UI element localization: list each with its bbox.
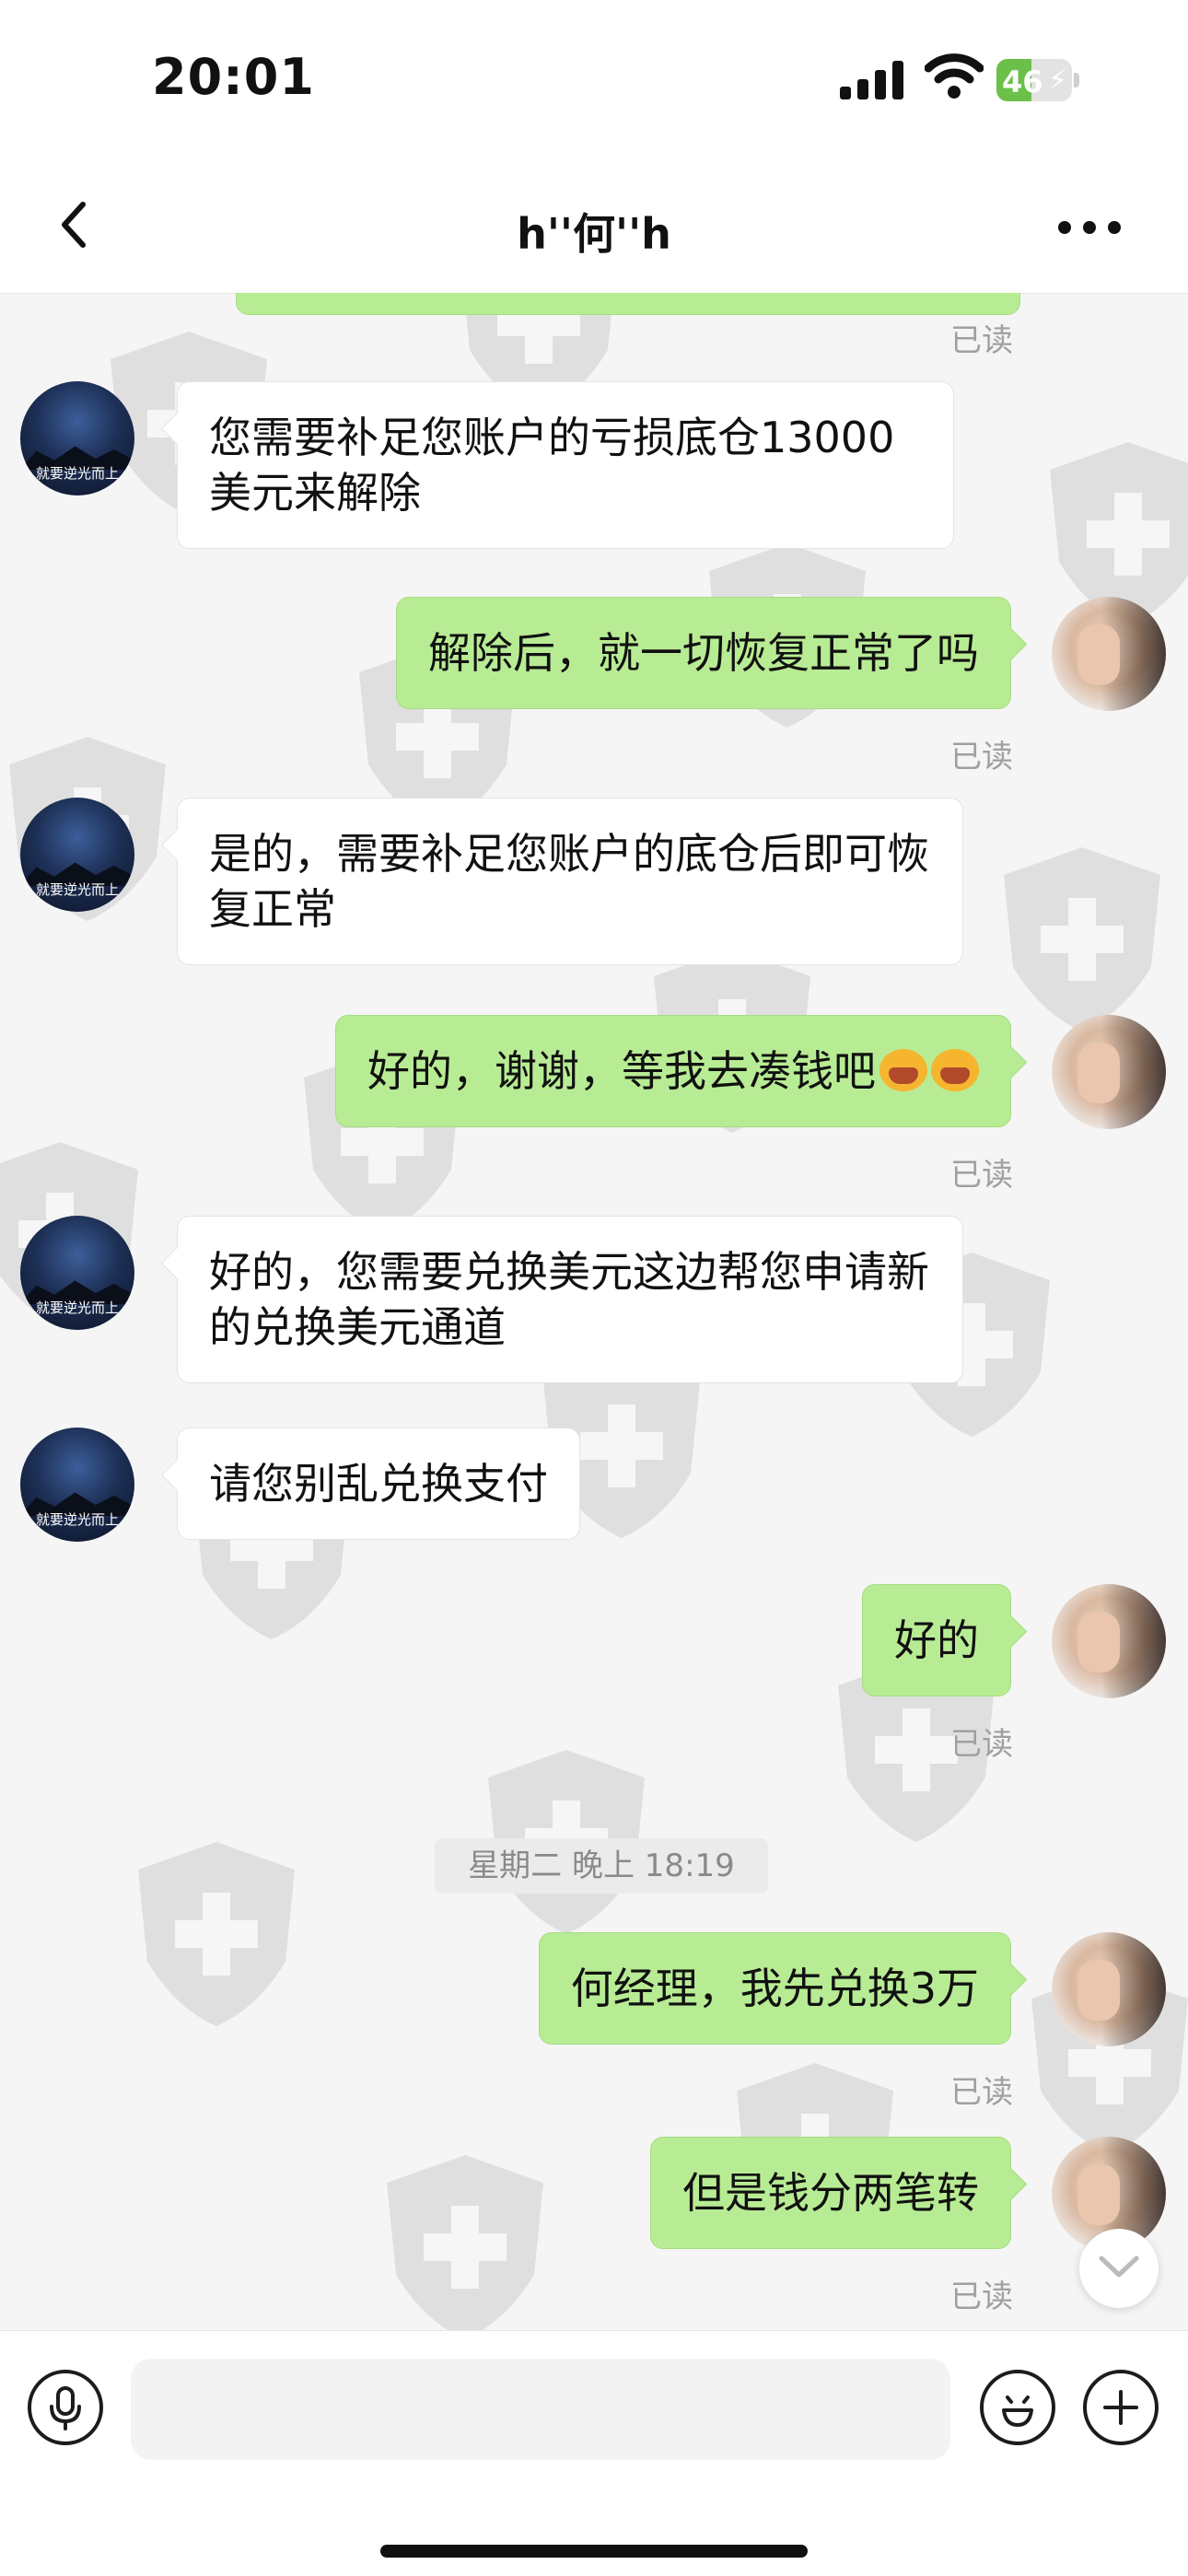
smiley-icon — [1002, 2395, 1033, 2427]
plus-icon — [1103, 2390, 1138, 2425]
add-attachment-button[interactable] — [1083, 2370, 1159, 2445]
read-status: 已读 — [950, 1726, 1013, 1763]
read-status: 已读 — [950, 2074, 1013, 2111]
message-bubble-outgoing[interactable]: 好的 — [862, 1584, 1011, 1696]
message-bubble-outgoing[interactable]: 好的，谢谢，等我去凑钱吧 — [335, 1015, 1011, 1127]
more-horizontal-icon[interactable] — [1057, 214, 1122, 241]
microphone-icon — [50, 2386, 81, 2430]
cellular-signal-icon — [840, 61, 903, 99]
time-divider: 星期二 晚上 18:19 — [435, 1838, 768, 1894]
scroll-to-bottom-button[interactable] — [1079, 2229, 1159, 2308]
wifi-icon — [925, 53, 984, 99]
covering-mouth-emoji-icon — [879, 1049, 927, 1091]
user-avatar[interactable] — [1052, 597, 1166, 711]
avatar-caption: 就要逆光而上 — [35, 465, 119, 482]
battery-icon: 46 ⚡ — [996, 59, 1079, 101]
message-bubble-outgoing[interactable]: 解除后，就一切恢复正常了吗 — [396, 597, 1011, 709]
chevron-down-icon — [1099, 2255, 1139, 2278]
message-bubble-outgoing[interactable]: 但是钱分两笔转 — [650, 2137, 1011, 2249]
chat-header: h''何''h — [0, 166, 1188, 294]
message-bubble-incoming[interactable]: 好的，您需要兑换美元这边帮您申请新的兑换美元通道 — [177, 1216, 963, 1383]
clock-time: 20:01 — [152, 48, 315, 106]
voice-input-button[interactable] — [28, 2370, 103, 2445]
home-indicator[interactable] — [380, 2545, 808, 2558]
contact-avatar[interactable]: 就要逆光而上 — [20, 381, 134, 495]
message-bubble-incoming[interactable]: 是的，需要补足您账户的底仓后即可恢复正常 — [177, 798, 963, 965]
contact-avatar[interactable]: 就要逆光而上 — [20, 798, 134, 912]
read-status: 已读 — [950, 1157, 1013, 1194]
user-avatar[interactable] — [1052, 1932, 1166, 2046]
read-status: 已读 — [950, 739, 1013, 775]
user-avatar[interactable] — [1052, 1584, 1166, 1698]
chat-title: h''何''h — [517, 209, 671, 259]
contact-avatar[interactable]: 就要逆光而上 — [20, 1216, 134, 1330]
contact-avatar[interactable]: 就要逆光而上 — [20, 1428, 134, 1542]
read-status: 已读 — [950, 322, 1013, 359]
status-bar: 20:01 46 ⚡ — [0, 0, 1188, 166]
emoji-button[interactable] — [980, 2370, 1055, 2445]
message-list[interactable]: 已读 就要逆光而上 您需要补足您账户的亏损底仓13000美元来解除 解除后，就一… — [0, 293, 1188, 2330]
message-bubble-incoming[interactable]: 您需要补足您账户的亏损底仓13000美元来解除 — [177, 381, 954, 549]
read-status: 已读 — [950, 2279, 1013, 2315]
user-avatar[interactable] — [1052, 1015, 1166, 1129]
message-input[interactable] — [131, 2359, 950, 2460]
message-bubble-outgoing[interactable]: 何经理，我先兑换3万 — [538, 1932, 1011, 2045]
message-bubble-outgoing[interactable] — [236, 293, 1020, 315]
battery-level: 46 — [1002, 64, 1043, 99]
covering-mouth-emoji-icon — [931, 1049, 979, 1091]
charging-bolt-icon: ⚡ — [1048, 64, 1068, 97]
message-bubble-incoming[interactable]: 请您别乱兑换支付 — [177, 1428, 580, 1540]
message-composer — [0, 2330, 1188, 2576]
